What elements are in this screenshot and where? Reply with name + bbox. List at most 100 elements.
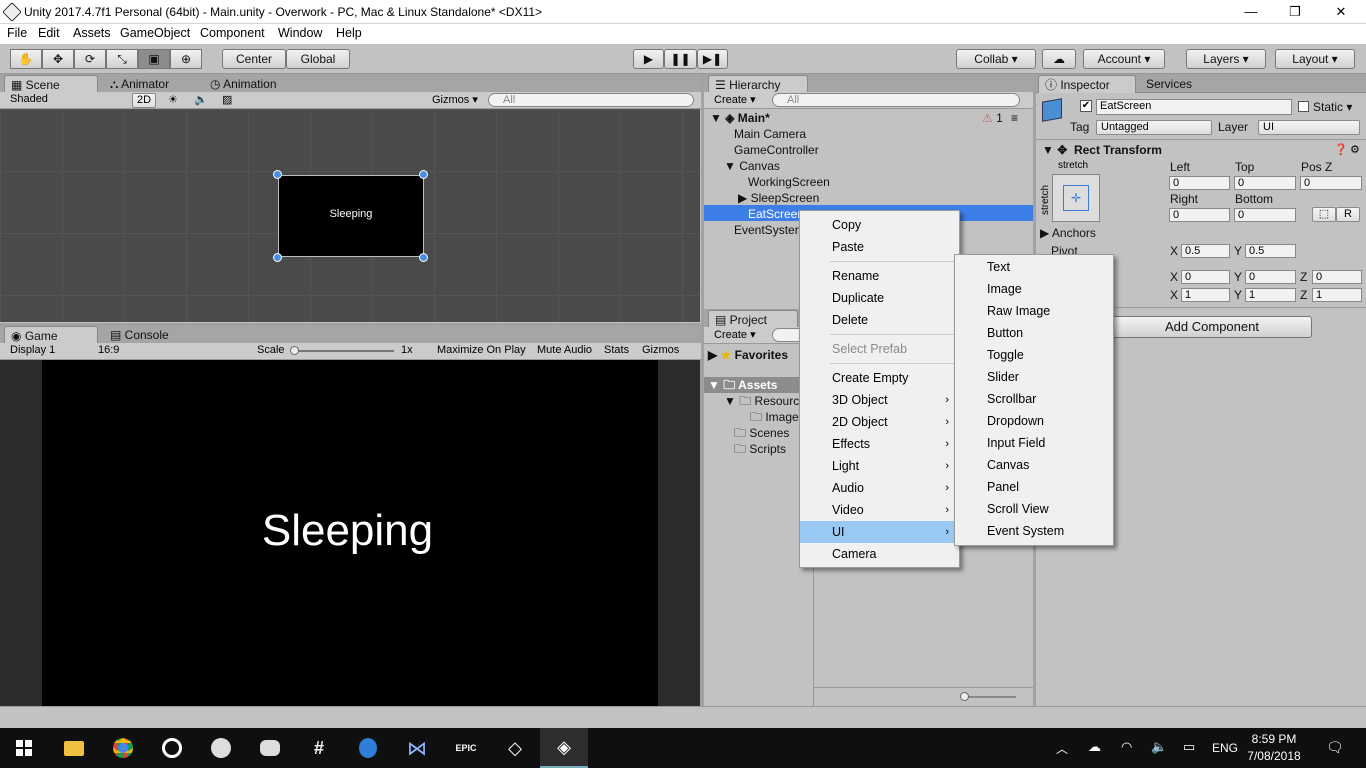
menu-item-copy[interactable]: Copy	[800, 214, 959, 236]
location-app-icon[interactable]	[344, 728, 392, 768]
tag-dropdown[interactable]: Untagged	[1096, 120, 1212, 135]
menu-item-3d-object[interactable]: 3D Object ›	[800, 389, 959, 411]
menu-gameobject[interactable]: GameObject	[120, 26, 190, 40]
submenu-item-button[interactable]: Button	[955, 322, 1113, 344]
layers-dropdown[interactable]: Layers ▾	[1186, 49, 1266, 69]
menu-help[interactable]: Help	[336, 26, 362, 40]
hierarchy-search-input[interactable]: All	[772, 93, 1020, 107]
tab-services[interactable]: Services	[1140, 75, 1198, 93]
clock-date[interactable]: 7/08/2018	[1244, 749, 1304, 763]
hierarchy-create-dropdown[interactable]: Create ▾	[714, 93, 756, 106]
pivot-global-button[interactable]: Global	[286, 49, 350, 69]
effects-icon[interactable]: ▨	[222, 93, 232, 106]
anchor-handle[interactable]	[419, 170, 428, 179]
scene-viewport[interactable]: Sleeping	[0, 109, 700, 322]
hierarchy-item[interactable]: GameController	[734, 142, 819, 158]
add-component-button[interactable]: Add Component	[1112, 316, 1312, 338]
pause-button[interactable]: ❚❚	[664, 49, 697, 69]
hierarchy-item[interactable]: ▼ Canvas	[724, 158, 780, 174]
tab-inspector[interactable]: ⓘ Inspector	[1038, 75, 1136, 93]
move-tool-icon[interactable]: ✥	[42, 49, 74, 69]
layer-dropdown[interactable]: UI	[1258, 120, 1360, 135]
bottom-input[interactable]: 0	[1234, 208, 1296, 222]
submenu-item-panel[interactable]: Panel	[955, 476, 1113, 498]
2d-toggle[interactable]: 2D	[132, 93, 156, 108]
menu-item-create-empty[interactable]: Create Empty	[800, 367, 959, 389]
menu-item-delete[interactable]: Delete	[800, 309, 959, 331]
project-create-dropdown[interactable]: Create ▾	[714, 328, 756, 341]
menu-item-2d-object[interactable]: 2D Object ›	[800, 411, 959, 433]
folder-item[interactable]: 🗀 Scripts	[734, 441, 786, 457]
volume-icon[interactable]: 🔈	[1151, 739, 1167, 755]
tray-chevron-icon[interactable]: ︿	[1056, 740, 1068, 757]
rotation-z-input[interactable]: 0	[1312, 270, 1362, 284]
play-button[interactable]: ▶	[633, 49, 664, 69]
audio-icon[interactable]: 🔈	[194, 93, 208, 106]
media-app-icon[interactable]	[148, 728, 196, 768]
scene-options-icon[interactable]: ≡	[1011, 110, 1018, 126]
scale-slider-thumb[interactable]	[290, 346, 299, 355]
minimize-button[interactable]: —	[1228, 0, 1274, 24]
submenu-item-canvas[interactable]: Canvas	[955, 454, 1113, 476]
scale-slider[interactable]	[292, 350, 394, 352]
epic-games-icon[interactable]: EPIC	[442, 728, 490, 768]
folder-item[interactable]: 🗀 Images	[750, 409, 805, 425]
wifi-icon[interactable]: ◠	[1121, 739, 1132, 755]
stats-toggle[interactable]: Stats	[604, 344, 629, 356]
submenu-item-scroll-view[interactable]: Scroll View	[955, 498, 1113, 520]
display-dropdown[interactable]: Display 1	[10, 344, 55, 356]
gear-icon[interactable]: ⚙	[1350, 143, 1360, 156]
chrome-icon[interactable]	[99, 728, 147, 768]
tab-animation[interactable]: ◷ Animation	[204, 75, 283, 93]
account-dropdown[interactable]: Account ▾	[1083, 49, 1165, 69]
pivot-y-input[interactable]: 0.5	[1245, 244, 1296, 258]
scale-x-input[interactable]: 1	[1181, 288, 1230, 302]
file-explorer-icon[interactable]	[50, 728, 98, 768]
tab-scene[interactable]: ▦ Scene	[4, 75, 98, 93]
scale-y-input[interactable]: 1	[1245, 288, 1296, 302]
maximize-button[interactable]: ❐	[1272, 0, 1318, 24]
hierarchy-item-selected[interactable]: EatScreen	[748, 206, 804, 222]
shaded-dropdown[interactable]: Shaded	[6, 93, 124, 108]
tab-console[interactable]: ▤ Console	[104, 326, 175, 344]
submenu-item-toggle[interactable]: Toggle	[955, 344, 1113, 366]
anchor-handle[interactable]	[419, 253, 428, 262]
top-input[interactable]: 0	[1234, 176, 1296, 190]
scene-root[interactable]: ▼ ◈ Main*	[710, 110, 770, 126]
active-checkbox[interactable]: ✔	[1080, 100, 1092, 112]
static-checkbox[interactable]	[1298, 101, 1309, 112]
menu-item-rename[interactable]: Rename	[800, 265, 959, 287]
close-button[interactable]: ✕	[1318, 0, 1364, 24]
submenu-item-raw-image[interactable]: Raw Image	[955, 300, 1113, 322]
menu-item-audio[interactable]: Audio ›	[800, 477, 959, 499]
hand-tool-icon[interactable]: ✋	[10, 49, 42, 69]
rect-transform-header[interactable]: ▼ ✥ Rect Transform	[1042, 143, 1162, 157]
anchor-handle[interactable]	[273, 170, 282, 179]
lighting-icon[interactable]: ☀	[168, 93, 178, 106]
tab-game[interactable]: ◉ Game	[4, 326, 98, 344]
submenu-item-event-system[interactable]: Event System	[955, 520, 1113, 542]
canvas-rect[interactable]: Sleeping	[278, 175, 424, 257]
game-gizmos-dropdown[interactable]: Gizmos	[642, 344, 679, 356]
anchors-foldout[interactable]: ▶ Anchors	[1040, 226, 1096, 240]
anchor-presets-button[interactable]: ✛	[1052, 174, 1100, 222]
hierarchy-item[interactable]: ▶ SleepScreen	[738, 190, 819, 206]
step-button[interactable]: ▶❚	[697, 49, 728, 69]
menu-item-light[interactable]: Light ›	[800, 455, 959, 477]
game-viewport[interactable]: Sleeping	[0, 360, 700, 706]
rotation-x-input[interactable]: 0	[1181, 270, 1230, 284]
menu-window[interactable]: Window	[278, 26, 322, 40]
menu-component[interactable]: Component	[200, 26, 265, 40]
icon-size-slider-thumb[interactable]	[960, 692, 969, 701]
menu-edit[interactable]: Edit	[38, 26, 60, 40]
language-indicator[interactable]: ENG	[1212, 741, 1238, 755]
tab-hierarchy[interactable]: ☰ Hierarchy	[708, 75, 808, 93]
rotation-y-input[interactable]: 0	[1245, 270, 1296, 284]
visual-studio-icon[interactable]: ⋈	[393, 728, 441, 768]
scene-search-input[interactable]: All	[488, 93, 694, 107]
submenu-item-text[interactable]: Text	[955, 256, 1113, 278]
menu-item-camera[interactable]: Camera	[800, 543, 959, 565]
help-icon[interactable]: ❓	[1334, 143, 1348, 156]
gizmos-dropdown[interactable]: Gizmos ▾	[432, 93, 478, 106]
submenu-item-dropdown[interactable]: Dropdown	[955, 410, 1113, 432]
